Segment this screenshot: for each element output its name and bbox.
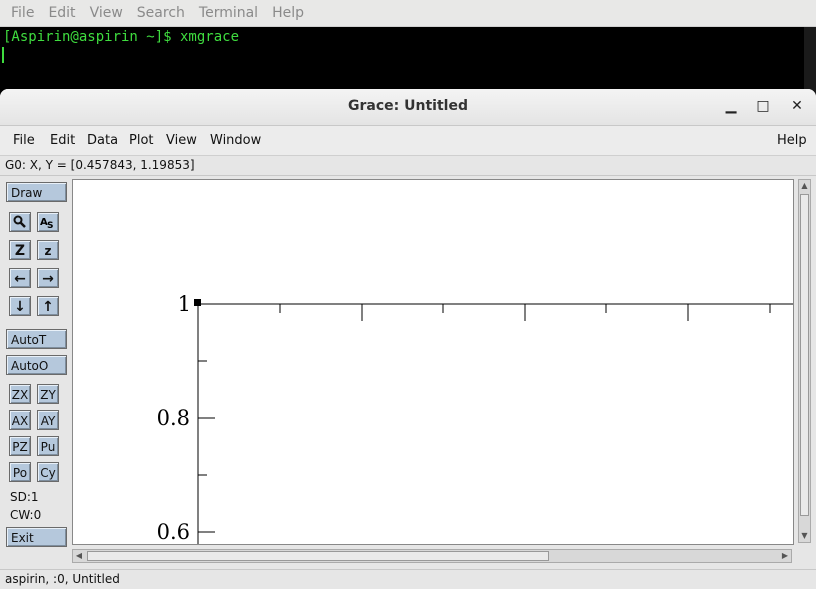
arrow-up-icon: ↑	[42, 299, 54, 315]
vertical-scrollbar[interactable]: ▲ ▼	[798, 179, 811, 543]
scroll-left-button[interactable]: ←	[9, 268, 31, 288]
window-title: Grace: Untitled	[348, 98, 468, 114]
scroll-right-button[interactable]: →	[37, 268, 59, 288]
zoom-in-icon: Z	[14, 243, 26, 259]
graph-focus-marker[interactable]	[194, 299, 201, 306]
y-tick-label: 0.8	[157, 406, 190, 430]
zoom-in-button[interactable]: Z	[9, 240, 31, 260]
horizontal-scroll-thumb[interactable]	[87, 551, 549, 561]
scroll-up-arrow-icon[interactable]: ▲	[799, 180, 810, 192]
zx-button[interactable]: ZX	[9, 384, 31, 404]
terminal-menu-edit[interactable]: Edit	[45, 5, 78, 21]
menu-help[interactable]: Help	[777, 133, 807, 148]
title-bar[interactable]: Grace: Untitled ▁ □ ✕	[0, 89, 816, 126]
arrow-down-icon: ↓	[14, 299, 26, 315]
autoo-button[interactable]: AutoO	[6, 355, 67, 375]
plot-canvas[interactable]: 1 0.8 0.6	[72, 179, 794, 545]
menu-edit[interactable]: Edit	[50, 133, 75, 148]
arrow-right-icon: →	[42, 271, 54, 287]
magnifier-icon	[13, 215, 26, 228]
terminal-menu-view[interactable]: View	[87, 5, 126, 21]
pz-button[interactable]: PZ	[9, 436, 31, 456]
terminal-menu-file[interactable]: File	[8, 5, 37, 21]
zoom-out-button[interactable]: z	[37, 240, 59, 260]
zoom-out-icon: z	[44, 244, 52, 258]
grace-window: Grace: Untitled ▁ □ ✕ File Edit Data Plo…	[0, 89, 816, 589]
arrow-left-icon: ←	[14, 271, 26, 287]
menu-file[interactable]: File	[13, 133, 35, 148]
terminal-menu-terminal[interactable]: Terminal	[196, 5, 261, 21]
scroll-left-arrow-icon[interactable]: ◀	[73, 550, 85, 562]
y-tick-label: 0.6	[157, 520, 190, 544]
maximize-button[interactable]: □	[754, 97, 772, 115]
horizontal-scrollbar[interactable]: ◀ ▶	[72, 549, 792, 563]
set-depth-label: SD:1	[10, 490, 39, 504]
menu-plot[interactable]: Plot	[129, 133, 154, 148]
vertical-scroll-thumb[interactable]	[800, 194, 809, 516]
coordinate-readout: G0: X, Y = [0.457843, 1.19853]	[0, 156, 816, 176]
minimize-button[interactable]: ▁	[722, 97, 740, 115]
terminal-window: File Edit View Search Terminal Help [Asp…	[0, 0, 816, 100]
y-tick-label: 1	[178, 292, 191, 316]
menu-bar: File Edit Data Plot View Window Help	[0, 126, 816, 156]
exit-button[interactable]: Exit	[6, 527, 67, 547]
zy-button[interactable]: ZY	[37, 384, 59, 404]
terminal-prompt-line: [Aspirin@aspirin ~]$ xmgrace	[3, 29, 240, 45]
cy-button[interactable]: Cy	[37, 462, 59, 482]
scroll-down-button[interactable]: ↓	[9, 296, 31, 316]
terminal-menu-search[interactable]: Search	[134, 5, 188, 21]
zoom-button[interactable]	[9, 212, 31, 232]
terminal-menubar: File Edit View Search Terminal Help	[0, 0, 816, 27]
terminal-menu-help[interactable]: Help	[269, 5, 307, 21]
menu-window[interactable]: Window	[210, 133, 261, 148]
scroll-down-arrow-icon[interactable]: ▼	[799, 530, 810, 542]
menu-data[interactable]: Data	[87, 133, 118, 148]
svg-text:S: S	[47, 221, 53, 231]
text-icon: AS	[40, 217, 53, 231]
text-autoscale-button[interactable]: AS	[37, 212, 59, 232]
menu-view[interactable]: View	[166, 133, 197, 148]
autot-button[interactable]: AutoT	[6, 329, 67, 349]
po-button[interactable]: Po	[9, 462, 31, 482]
status-bar: aspirin, :0, Untitled	[0, 569, 816, 589]
graph-svg: 1 0.8 0.6	[157, 292, 793, 544]
ay-button[interactable]: AY	[37, 410, 59, 430]
tool-panel: Draw AS Z z ← → ↓ ↑ AutoT AutoO ZX ZY AX…	[3, 177, 69, 549]
pu-button[interactable]: Pu	[37, 436, 59, 456]
ax-button[interactable]: AX	[9, 410, 31, 430]
scroll-up-button[interactable]: ↑	[37, 296, 59, 316]
draw-button[interactable]: Draw	[6, 182, 67, 202]
scroll-right-arrow-icon[interactable]: ▶	[779, 550, 791, 562]
terminal-cursor	[2, 47, 4, 63]
current-world-label: CW:0	[10, 508, 42, 522]
close-button[interactable]: ✕	[788, 97, 806, 115]
